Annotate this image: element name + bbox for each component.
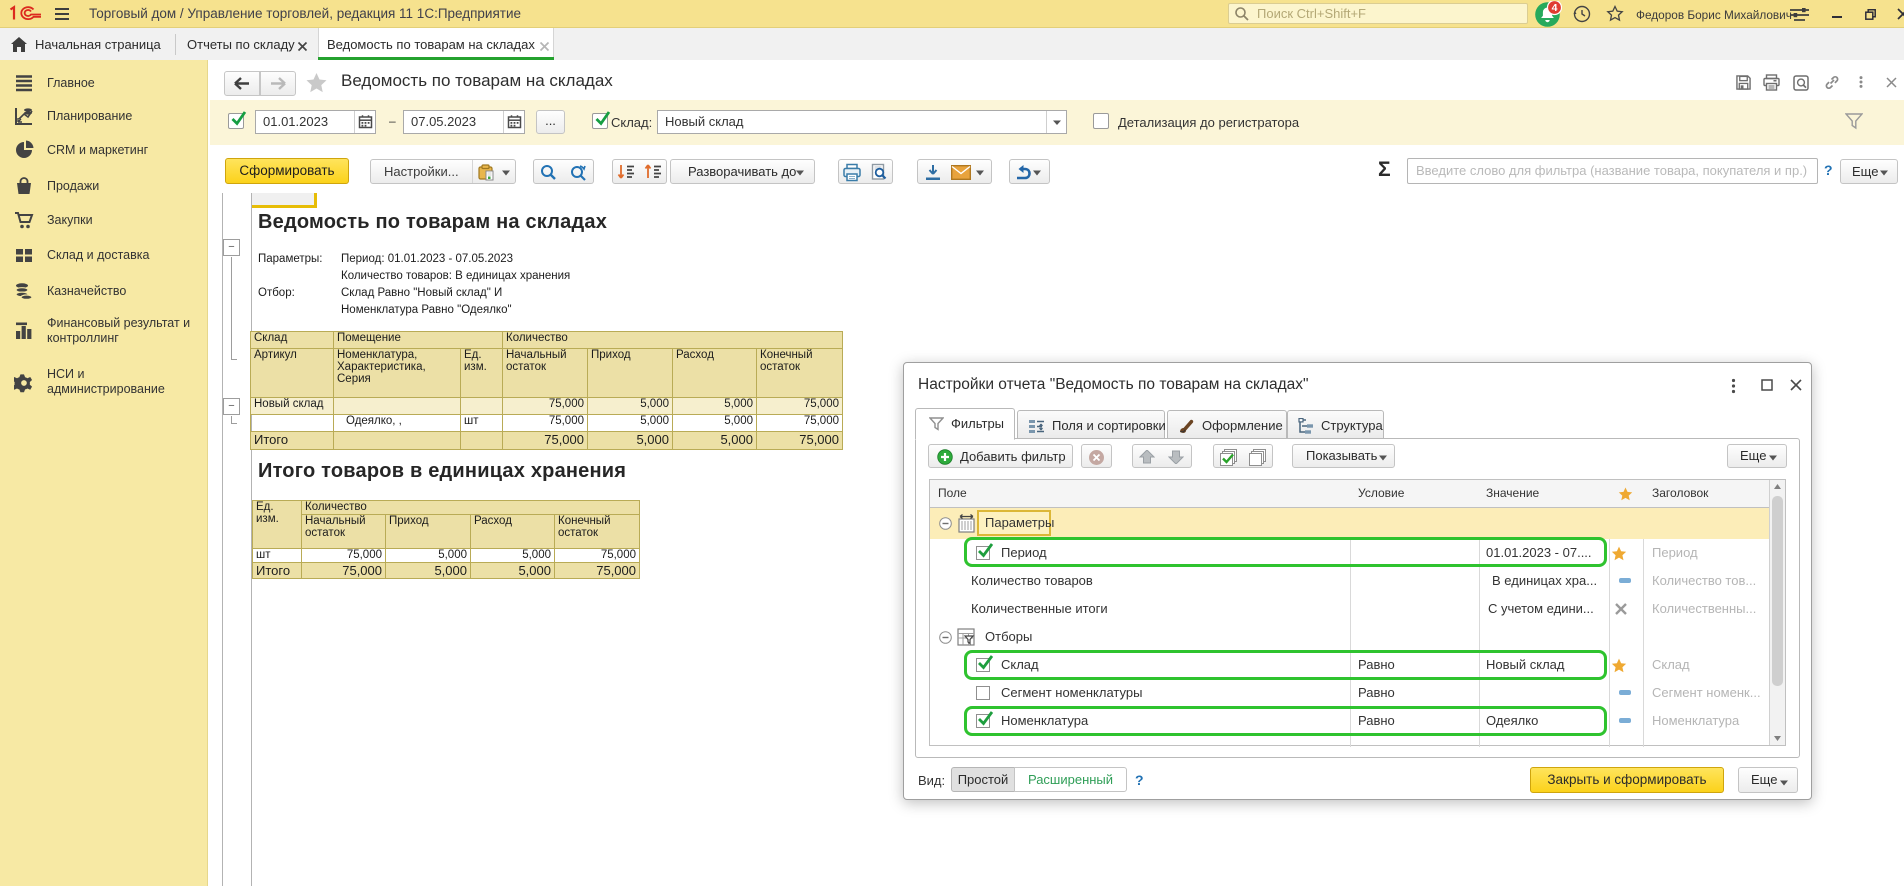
svg-text:4: 4 (1552, 2, 1558, 14)
